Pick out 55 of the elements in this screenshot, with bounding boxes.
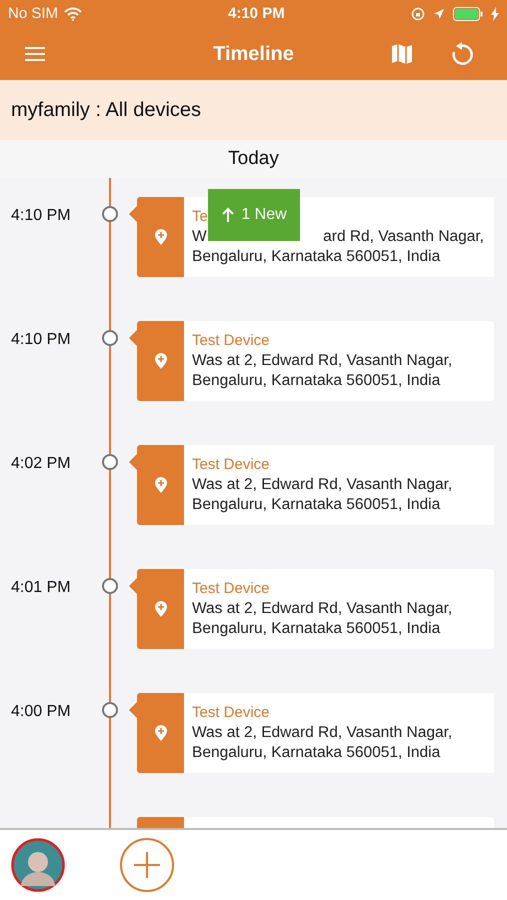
timeline-node [102,330,118,346]
location-pin-icon [154,476,168,494]
day-heading: Today [228,146,279,171]
card-pointer [129,206,137,222]
charging-bolt-icon [491,7,499,21]
timeline-node [102,578,118,594]
entry-time: 4:00 PM [11,702,71,722]
card-pointer [129,454,137,470]
location-pin-icon [154,228,168,246]
arrow-up-icon [221,207,236,223]
location-arrow-icon [433,8,445,20]
status-time: 4:10 PM [228,4,285,24]
entry-time: 4:10 PM [11,206,71,226]
group-title: myfamily : All devices [11,98,202,123]
address-text: Bengaluru, Karnataka 560051, India [192,619,440,639]
plus-icon [133,851,161,879]
wifi-icon [64,7,82,21]
address-text: W [192,227,207,247]
location-card[interactable]: Test Device Was at 2, Edward Rd, Vasanth Nagar, Bengaluru, Karnataka 560051, India [137,445,494,525]
location-card[interactable]: Test Device Was at 2, Edward Rd, Vasanth Nagar, Bengaluru, Karnataka 560051, India [137,569,494,649]
address-text: Was at 2, Edward Rd, Vasanth Nagar, [192,723,452,743]
map-button[interactable] [389,41,415,67]
entry-time: 4:10 PM [11,330,71,350]
device-name: Test Device [192,703,270,723]
entry-time: 4:01 PM [11,578,71,598]
timeline-node [102,206,118,222]
add-button[interactable] [120,838,174,892]
timeline-node [102,454,118,470]
entry-time: 4:02 PM [11,454,71,474]
location-pin-icon [154,724,168,742]
device-name: Test Device [192,579,270,599]
location-card[interactable]: Test Device Was at 2, Edward Rd, Vasanth Nagar, Bengaluru, Karnataka 560051, India [137,693,494,773]
device-name: Test Device [192,331,270,351]
location-card[interactable]: Test Device Was at 2, Edward Rd, Vasanth Nagar, Bengaluru, Karnataka 560051, India [137,321,494,401]
header-title: Timeline [212,42,295,67]
rotation-lock-icon [411,7,425,21]
timeline-node [102,702,118,718]
card-pointer [129,330,137,346]
carrier-text: No SIM [8,4,58,24]
address-text: Was at 2, Edward Rd, Vasanth Nagar, [192,351,452,371]
address-text: Bengaluru, Karnataka 560051, India [192,495,440,515]
location-pin-icon [154,600,168,618]
location-pin-icon [154,352,168,370]
address-text: Bengaluru, Karnataka 560051, India [192,743,440,763]
battery-icon [453,7,483,21]
card-pointer [129,578,137,594]
address-text: Was at 2, Edward Rd, Vasanth Nagar, [192,599,452,619]
device-name: Te [192,207,208,227]
address-text: ard Rd, Vasanth Nagar, [323,227,484,247]
avatar[interactable] [11,838,65,892]
address-text: Was at 2, Edward Rd, Vasanth Nagar, [192,475,452,495]
device-name: Test Device [192,455,270,475]
card-pointer [129,702,137,718]
address-text: Bengaluru, Karnataka 560051, India [192,247,440,267]
address-text: Bengaluru, Karnataka 560051, India [192,371,440,391]
